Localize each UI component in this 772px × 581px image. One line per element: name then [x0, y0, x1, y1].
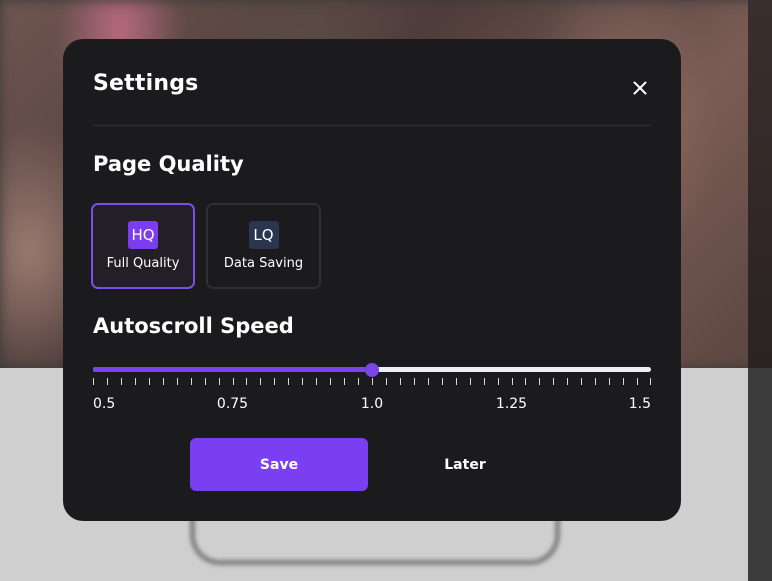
tick-label: 1.25	[495, 396, 528, 412]
slider-tick	[539, 378, 541, 385]
settings-modal: Settings Page Quality HQ Full Quality LQ…	[63, 39, 681, 521]
close-icon	[633, 81, 647, 95]
slider-tick	[358, 378, 360, 385]
slider-tick	[483, 378, 485, 385]
slider-tick	[176, 378, 178, 385]
lq-badge: LQ	[248, 221, 279, 249]
page-quality-title: Page Quality	[93, 152, 244, 176]
autoscroll-speed-title: Autoscroll Speed	[93, 314, 294, 338]
slider-tick	[302, 378, 304, 385]
slider-tick	[637, 378, 639, 385]
slider-tick	[232, 378, 234, 385]
slider-tick	[162, 378, 164, 385]
slider-tick	[344, 378, 346, 385]
slider-tick	[553, 378, 555, 385]
slider-tick	[372, 378, 373, 385]
quality-option-label: Data Saving	[223, 256, 304, 271]
tick-label: 1.0	[360, 396, 384, 412]
quality-option-full[interactable]: HQ Full Quality	[91, 203, 195, 289]
slider-tick	[525, 378, 527, 385]
slider-tick	[650, 378, 651, 385]
quality-option-label: Full Quality	[106, 256, 180, 271]
slider-tick-labels: 0.5 0.75 1.0 1.25 1.5	[93, 396, 651, 414]
slider-tick	[623, 378, 625, 385]
slider-tick	[274, 378, 276, 385]
save-button[interactable]: Save	[190, 438, 368, 491]
slider-tick	[330, 378, 332, 385]
slider-tick	[595, 378, 597, 385]
slider-tick	[581, 378, 583, 385]
slider-tick	[120, 378, 122, 385]
tick-label: 0.5	[93, 396, 116, 412]
slider-tick	[385, 378, 387, 385]
slider-tick	[93, 378, 94, 385]
slider-tick	[413, 378, 415, 385]
slider-tick	[567, 378, 569, 385]
close-button[interactable]	[627, 75, 653, 101]
slider-tick	[511, 378, 513, 385]
hq-badge: HQ	[128, 221, 158, 249]
background-edge-bottom	[748, 368, 772, 581]
slider-tick	[148, 378, 150, 385]
slider-tick	[260, 378, 262, 385]
slider-tick	[246, 378, 248, 385]
slider-tick	[288, 378, 290, 385]
tick-label: 1.5	[628, 396, 651, 412]
slider-tick	[441, 378, 443, 385]
header-divider	[93, 125, 651, 126]
slider-tick	[469, 378, 471, 385]
slider-thumb[interactable]	[365, 363, 379, 377]
slider-ticks	[93, 378, 651, 388]
later-button[interactable]: Later	[385, 438, 545, 491]
slider-tick	[455, 378, 457, 385]
slider-tick	[218, 378, 220, 385]
slider-tick	[497, 378, 499, 385]
slider-tick	[204, 378, 206, 385]
slider-tick	[316, 378, 318, 385]
slider-tick	[190, 378, 192, 385]
slider-tick	[427, 378, 429, 385]
tick-label: 0.75	[216, 396, 249, 412]
background-edge-top	[748, 0, 772, 368]
slider-tick	[399, 378, 401, 385]
slider-tick	[106, 378, 108, 385]
quality-option-data-saving[interactable]: LQ Data Saving	[206, 203, 321, 289]
slider-tick	[609, 378, 611, 385]
slider-tick	[134, 378, 136, 385]
modal-title: Settings	[93, 71, 199, 96]
slider-fill	[93, 367, 372, 372]
